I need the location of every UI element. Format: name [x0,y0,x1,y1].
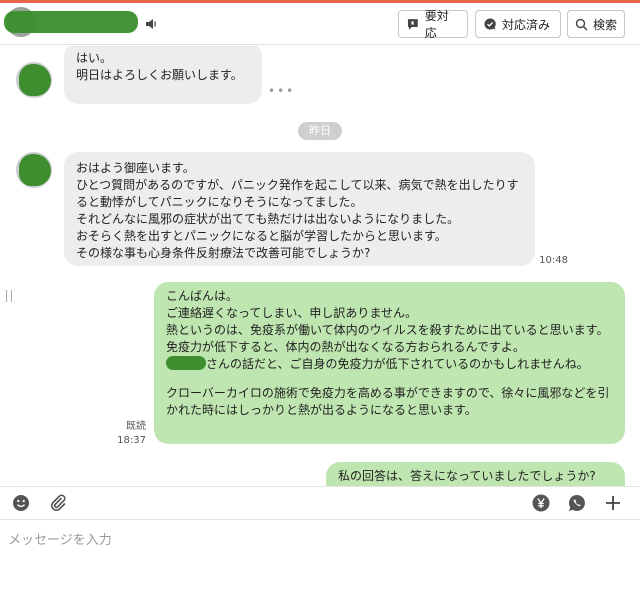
chat-header: 要対応 対応済み 検索 [0,3,640,45]
todo-button[interactable]: 要対応 [398,9,468,40]
reply-line: ご連絡遅くなってしまい、申し訳ありません。 [166,306,418,320]
check-chat-icon [484,18,496,30]
done-button[interactable]: 対応済み [475,10,561,38]
search-button[interactable]: 検索 [567,10,625,38]
speaker-icon[interactable] [144,16,158,30]
reply-line: こんばんは。 [166,289,239,303]
sender-avatar[interactable] [16,152,52,188]
date-separator: 昨日 [298,122,342,140]
resize-handle[interactable] [6,290,12,302]
reply-spacer [166,373,613,385]
message-time: 18:37 [117,435,146,446]
incoming-message: はい。 明日はよろしくお願いします。 [64,46,262,104]
search-icon [575,18,588,31]
done-label: 対応済み [502,17,551,32]
todo-label: 要対応 [424,9,449,40]
reply-line-text: さんの話だと、ご自身の免疫力が低下されているのかもしれませんね。 [206,357,589,371]
sender-avatar[interactable] [16,62,52,98]
incoming-message: おはよう御座います。 ひとつ質問があるのですが、パニック発作を起こして以来、病気… [64,152,535,266]
chat-name-redacted [4,11,138,33]
yen-icon[interactable] [530,492,552,514]
attachment-icon[interactable] [47,492,69,514]
emoji-icon[interactable] [10,492,32,514]
reply-line: 免疫力が低下すると、体内の熱が出なくなる方おられるんですよ。 [166,340,525,354]
plus-icon[interactable] [602,492,624,514]
more-options-icon[interactable]: ••• [268,84,295,98]
call-icon[interactable] [566,492,588,514]
reply-line: クローバーカイロの施術で免疫力を高める事ができますので、徐々に風邪などを引かれた… [166,386,610,417]
name-redacted [166,356,206,370]
reply-line: さんの話だと、ご自身の免疫力が低下されているのかもしれませんね。 [166,356,613,373]
message-timeline[interactable]: はい。 明日はよろしくお願いします。 ••• 昨日 おはよう御座います。 ひとつ… [0,46,640,486]
reply-line: 熱というのは、免疫系が働いて体内のウイルスを殺すために出ていると思います。 [166,323,609,337]
message-composer [0,521,640,600]
flag-chat-icon [407,19,418,30]
composer-toolbar [0,486,640,520]
message-input[interactable] [8,529,632,593]
message-time: 10:48 [539,255,568,266]
outgoing-message: こんばんは。 ご連絡遅くなってしまい、申し訳ありません。 熱というのは、免疫系が… [154,282,625,444]
read-status: 既読 [126,421,146,432]
outgoing-message: 私の回答は、答えになっていましたでしょうか? [326,462,625,486]
search-label: 検索 [593,17,618,32]
